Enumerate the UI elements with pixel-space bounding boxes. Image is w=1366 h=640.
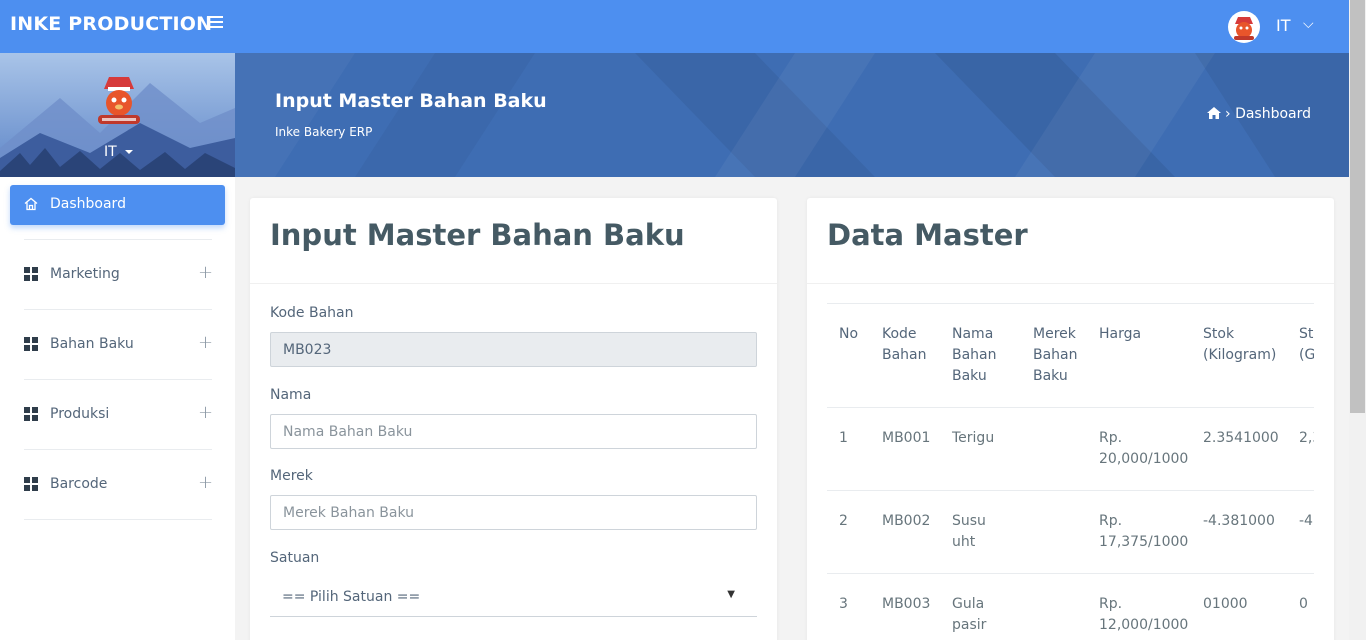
divider (24, 379, 212, 380)
divider (24, 519, 212, 520)
cell-harga: Rp. 17,375/1000 (1099, 513, 1189, 550)
sidebar-item-label: Barcode (50, 476, 108, 492)
expand-plus-icon[interactable]: + (198, 332, 213, 353)
home-icon (24, 197, 38, 211)
nama-input[interactable] (270, 414, 757, 449)
cell-nama: Gula pasir (952, 596, 987, 633)
cell-kode: MB003 (882, 596, 931, 612)
expand-plus-icon[interactable]: + (198, 472, 213, 493)
page-title: Input Master Bahan Baku (275, 90, 547, 112)
nama-label: Nama (270, 387, 312, 403)
grid-icon (24, 337, 38, 351)
cell-kode: MB001 (882, 430, 931, 446)
data-card-title: Data Master (827, 218, 1028, 252)
grid-icon (24, 267, 38, 281)
cell-stok-kg: -4.381000 (1203, 513, 1275, 529)
input-form-card: Input Master Bahan Baku Kode Bahan Nama … (250, 198, 777, 640)
cell-stok-kg: 01000 (1203, 596, 1248, 612)
cell-kode: MB002 (882, 513, 931, 529)
row-divider (827, 407, 1314, 408)
top-username[interactable]: IT (1276, 16, 1291, 35)
divider (24, 449, 212, 450)
home-icon[interactable] (1207, 107, 1221, 119)
user-avatar[interactable] (1226, 9, 1262, 45)
cell-harga: Rp. 20,000/1000 (1099, 430, 1189, 467)
column-header-stok-kilogram[interactable]: Stok (Kilogram) (1203, 324, 1276, 366)
breadcrumb-dashboard-link[interactable]: Dashboard (1235, 106, 1311, 122)
divider (24, 239, 212, 240)
grid-icon (24, 407, 38, 421)
cell-stok-g: 2,354,100 (1299, 430, 1314, 446)
cell-harga: Rp. 12,000/1000 (1099, 596, 1189, 633)
form-card-title: Input Master Bahan Baku (270, 218, 685, 252)
cell-no: 1 (839, 430, 848, 446)
data-master-table: No Kode Bahan Nama Bahan Baku Merek Bahan Bak… (827, 303, 1314, 640)
page-header: Input Master Bahan Baku Inke Bakery ERP … (235, 53, 1349, 177)
bakery-logo (98, 77, 140, 124)
sidebar-item-label: Marketing (50, 266, 120, 282)
satuan-select[interactable]: == Pilih Satuan == ▼ (270, 579, 757, 617)
column-header-harga[interactable]: Harga (1099, 324, 1141, 345)
cell-stok-g: 0 (1299, 596, 1308, 612)
menu-toggle-icon[interactable] (207, 16, 223, 30)
sidebar-item-marketing[interactable]: Marketing + (10, 256, 225, 296)
cell-stok-kg: 2.3541000 (1203, 430, 1279, 446)
row-divider (827, 573, 1314, 574)
card-divider (250, 283, 777, 284)
expand-plus-icon[interactable]: + (198, 402, 213, 423)
sidebar-username[interactable]: IT (104, 144, 117, 160)
sidebar-item-dashboard[interactable]: Dashboard (10, 185, 225, 225)
expand-plus-icon[interactable]: + (198, 262, 213, 283)
satuan-label: Satuan (270, 550, 320, 566)
satuan-selected-value: == Pilih Satuan == (282, 589, 421, 605)
card-divider (807, 283, 1334, 284)
dropdown-arrow-icon: ▼ (727, 589, 735, 600)
caret-down-icon[interactable] (125, 150, 133, 154)
profile-banner: IT (0, 53, 235, 177)
sidebar-item-barcode[interactable]: Barcode + (10, 466, 225, 506)
header-pattern-background (235, 53, 1349, 177)
column-header-no[interactable]: No (839, 324, 858, 345)
cell-stok-g: -4,381 (1299, 513, 1314, 529)
chevron-down-icon[interactable]: ⌵ (1303, 16, 1314, 32)
brand-title[interactable]: INKE PRODUCTION (10, 13, 212, 35)
sidebar-item-produksi[interactable]: Produksi + (10, 396, 225, 436)
data-master-card: Data Master No Kode Bahan Nama Bahan Baku M… (807, 198, 1334, 640)
sidebar-item-bahan-baku[interactable]: Bahan Baku + (10, 326, 225, 366)
column-header-stok-gram[interactable]: Stok(Gram) (1299, 324, 1314, 366)
kode-bahan-label: Kode Bahan (270, 305, 354, 321)
column-header-nama-bahan-baku[interactable]: Nama Bahan Baku (952, 324, 997, 387)
breadcrumb-separator: › (1225, 106, 1231, 122)
sidebar-item-label: Dashboard (50, 196, 126, 212)
breadcrumb: › Dashboard (1207, 106, 1311, 122)
page-subtitle: Inke Bakery ERP (275, 125, 373, 139)
sidebar-item-label: Produksi (50, 406, 110, 422)
column-header-merek-bahan-baku[interactable]: Merek Bahan Baku (1033, 324, 1078, 387)
cell-no: 3 (839, 596, 848, 612)
cell-nama: Susu uht (952, 513, 986, 550)
sidebar-item-label: Bahan Baku (50, 336, 134, 352)
sidebar: IT Dashboard Marketing + Bahan Baku + Pr… (0, 53, 235, 640)
merek-label: Merek (270, 468, 313, 484)
row-divider (827, 490, 1314, 491)
grid-icon (24, 477, 38, 491)
cell-no: 2 (839, 513, 848, 529)
divider (24, 309, 212, 310)
cell-nama: Terigu (952, 430, 995, 446)
kode-bahan-input[interactable] (270, 332, 757, 367)
table-top-border (827, 303, 1314, 304)
column-header-kode-bahan[interactable]: Kode Bahan (882, 324, 927, 366)
scrollbar-thumb[interactable] (1350, 0, 1365, 413)
top-navbar: INKE PRODUCTION IT ⌵ (0, 0, 1349, 53)
merek-input[interactable] (270, 495, 757, 530)
